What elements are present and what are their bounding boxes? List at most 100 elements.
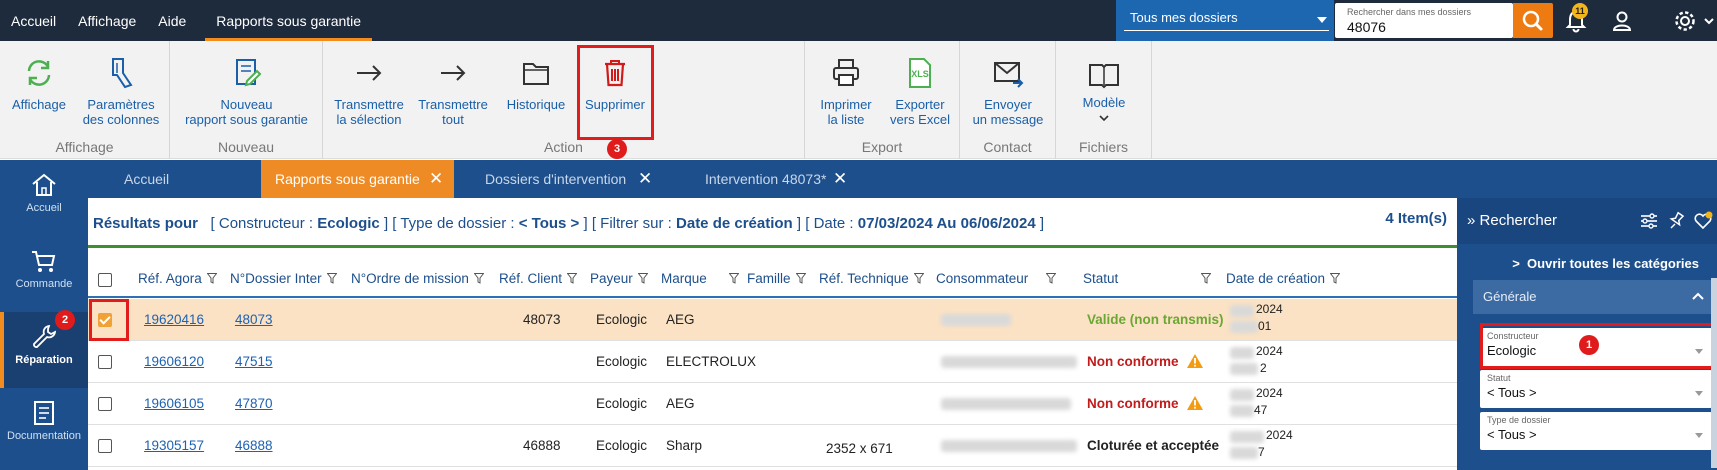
menu-aide[interactable]: Aide bbox=[147, 0, 197, 41]
step-badge-1: 1 bbox=[1579, 335, 1599, 355]
row-checkbox[interactable] bbox=[98, 397, 112, 411]
tab-rapports-sous-garantie[interactable]: Rapports sous garantie ✕ bbox=[261, 160, 454, 198]
dossier-link[interactable]: 47515 bbox=[235, 354, 273, 369]
search-icon bbox=[1522, 10, 1543, 31]
menu-accueil[interactable]: Accueil bbox=[0, 0, 67, 41]
affichage-button[interactable]: Affichage bbox=[6, 55, 72, 112]
close-icon[interactable]: ✕ bbox=[833, 160, 847, 198]
filter-icon[interactable] bbox=[473, 273, 484, 284]
filter-icon[interactable] bbox=[637, 273, 648, 284]
nav-documentation[interactable]: Documentation bbox=[0, 388, 88, 464]
pin-icon[interactable] bbox=[1667, 211, 1685, 231]
notifications-badge: 11 bbox=[1572, 3, 1588, 19]
tab-accueil[interactable]: Accueil bbox=[110, 160, 250, 198]
filter-icon[interactable] bbox=[913, 273, 924, 284]
chevron-up-icon[interactable] bbox=[1691, 291, 1705, 301]
close-icon[interactable]: ✕ bbox=[429, 160, 443, 198]
chevron-down-icon bbox=[1317, 17, 1327, 23]
wrench-icon bbox=[33, 324, 57, 348]
dossier-link[interactable]: 46888 bbox=[235, 438, 273, 453]
user-icon[interactable] bbox=[1609, 8, 1635, 34]
ribbon-group-export: Imprimer la liste XLS Exporter vers Exce… bbox=[805, 41, 960, 159]
menu-affichage[interactable]: Affichage bbox=[67, 0, 147, 41]
heart-icon[interactable] bbox=[1693, 211, 1713, 231]
table-row[interactable]: 19305157 46888 46888 Ecologic Sharp 2352… bbox=[88, 425, 1457, 467]
chevron-down-icon bbox=[1695, 391, 1703, 396]
dossier-link[interactable]: 48073 bbox=[235, 312, 273, 327]
col-consommateur[interactable]: Consommateur bbox=[936, 271, 1057, 286]
statut: Non conforme bbox=[1087, 396, 1179, 411]
type-dossier-select[interactable]: Type de dossier < Tous > bbox=[1480, 412, 1712, 450]
dossiers-scope-select[interactable]: Tous mes dossiers bbox=[1124, 7, 1329, 31]
statut-field-label: Statut bbox=[1487, 373, 1511, 383]
search-panel-scrollbar[interactable] bbox=[1711, 278, 1717, 468]
close-icon[interactable]: ✕ bbox=[638, 160, 652, 198]
table-row[interactable]: 19606120 47515 Ecologic ELECTROLUX Non c… bbox=[88, 341, 1457, 383]
col-date-creation[interactable]: Date de création bbox=[1226, 271, 1341, 286]
col-statut-label: Statut bbox=[1083, 271, 1119, 286]
filtre-value: Date de création bbox=[676, 215, 793, 232]
consommateur-redacted bbox=[941, 398, 1071, 410]
exporter-excel-button[interactable]: XLS Exporter vers Excel bbox=[885, 55, 955, 127]
time-redacted bbox=[1230, 405, 1254, 417]
nav-reparation[interactable]: Réparation bbox=[0, 312, 88, 388]
open-all-categories[interactable]: > Ouvrir toutes les catégories bbox=[1512, 256, 1699, 271]
statut: Non conforme bbox=[1087, 354, 1179, 369]
time-suffix: 2 bbox=[1260, 361, 1267, 375]
search-input[interactable]: Rechercher dans mes dossiers 48076 bbox=[1335, 3, 1513, 38]
filter-icon[interactable] bbox=[1046, 273, 1057, 284]
row-checkbox[interactable] bbox=[98, 439, 112, 453]
transmettre-selection-button[interactable]: Transmettre la sélection bbox=[331, 55, 407, 127]
nav-commande[interactable]: Commande bbox=[0, 236, 88, 312]
col-statut[interactable]: Statut bbox=[1083, 271, 1212, 286]
search-button[interactable] bbox=[1513, 3, 1553, 38]
modele-button[interactable]: Modèle bbox=[1064, 57, 1144, 126]
sliders-icon[interactable] bbox=[1639, 212, 1659, 230]
col-dossier-inter[interactable]: N°Dossier Inter bbox=[230, 271, 337, 286]
date-year: 2024 bbox=[1256, 386, 1283, 400]
results-prefix: Résultats pour bbox=[93, 215, 199, 232]
select-all-checkbox[interactable] bbox=[98, 273, 112, 287]
tabs-bar: Accueil Rapports sous garantie ✕ Dossier… bbox=[88, 160, 1717, 198]
table-row[interactable]: 19606105 47870 Ecologic AEG Non conforme… bbox=[88, 383, 1457, 425]
gear-icon[interactable] bbox=[1672, 8, 1698, 34]
section-generale[interactable]: Générale bbox=[1473, 280, 1717, 314]
search-panel-title[interactable]: » Rechercher bbox=[1467, 212, 1557, 229]
ref-agora-link[interactable]: 19606105 bbox=[144, 396, 204, 411]
imprimer-label-2: la liste bbox=[827, 112, 865, 127]
nouveau-rapport-button[interactable]: Nouveau rapport sous garantie bbox=[178, 55, 315, 127]
col-ref-agora[interactable]: Réf. Agora bbox=[138, 271, 217, 286]
ref-agora-link[interactable]: 19620416 bbox=[144, 312, 204, 327]
dossier-link[interactable]: 47870 bbox=[235, 396, 273, 411]
parametres-colonnes-button[interactable]: Paramètres des colonnes bbox=[78, 55, 164, 127]
ref-agora-link[interactable]: 19606120 bbox=[144, 354, 204, 369]
tab-dossiers-intervention[interactable]: Dossiers d'intervention ✕ bbox=[471, 160, 656, 198]
row-checkbox[interactable] bbox=[98, 355, 112, 369]
ref-agora-link[interactable]: 19305157 bbox=[144, 438, 204, 453]
filter-icon[interactable] bbox=[795, 273, 806, 284]
ribbon-group-action: Transmettre la sélection Transmettre tou… bbox=[323, 41, 805, 159]
historique-button[interactable]: Historique bbox=[501, 55, 571, 112]
menu-rapports-sous-garantie[interactable]: Rapports sous garantie bbox=[205, 0, 372, 41]
table-row[interactable]: 19620416 48073 48073 Ecologic AEG Valide… bbox=[88, 299, 1457, 341]
filter-icon[interactable] bbox=[326, 273, 337, 284]
imprimer-liste-button[interactable]: Imprimer la liste bbox=[811, 55, 881, 127]
filter-icon[interactable] bbox=[1330, 273, 1341, 284]
col-marque[interactable]: Marque bbox=[661, 271, 739, 286]
filter-icon[interactable] bbox=[728, 273, 739, 284]
filter-icon[interactable] bbox=[567, 273, 578, 284]
col-ref-technique[interactable]: Réf. Technique bbox=[819, 271, 924, 286]
col-ref-client[interactable]: Réf. Client bbox=[499, 271, 578, 286]
transmettre-tout-button[interactable]: Transmettre tout bbox=[415, 55, 491, 127]
col-payeur[interactable]: Payeur bbox=[590, 271, 648, 286]
col-marque-label: Marque bbox=[661, 271, 707, 286]
tab-intervention-48073[interactable]: Intervention 48073* ✕ bbox=[691, 160, 851, 198]
envoyer-message-button[interactable]: Envoyer un message bbox=[965, 55, 1051, 127]
chevron-down-icon[interactable] bbox=[1702, 8, 1716, 34]
filter-icon[interactable] bbox=[1201, 273, 1212, 284]
filter-icon[interactable] bbox=[206, 273, 217, 284]
col-famille[interactable]: Famille bbox=[747, 271, 806, 286]
col-ordre-mission[interactable]: N°Ordre de mission bbox=[351, 271, 484, 286]
statut-select[interactable]: Statut < Tous > bbox=[1480, 370, 1712, 408]
nav-accueil[interactable]: Accueil bbox=[0, 160, 88, 236]
